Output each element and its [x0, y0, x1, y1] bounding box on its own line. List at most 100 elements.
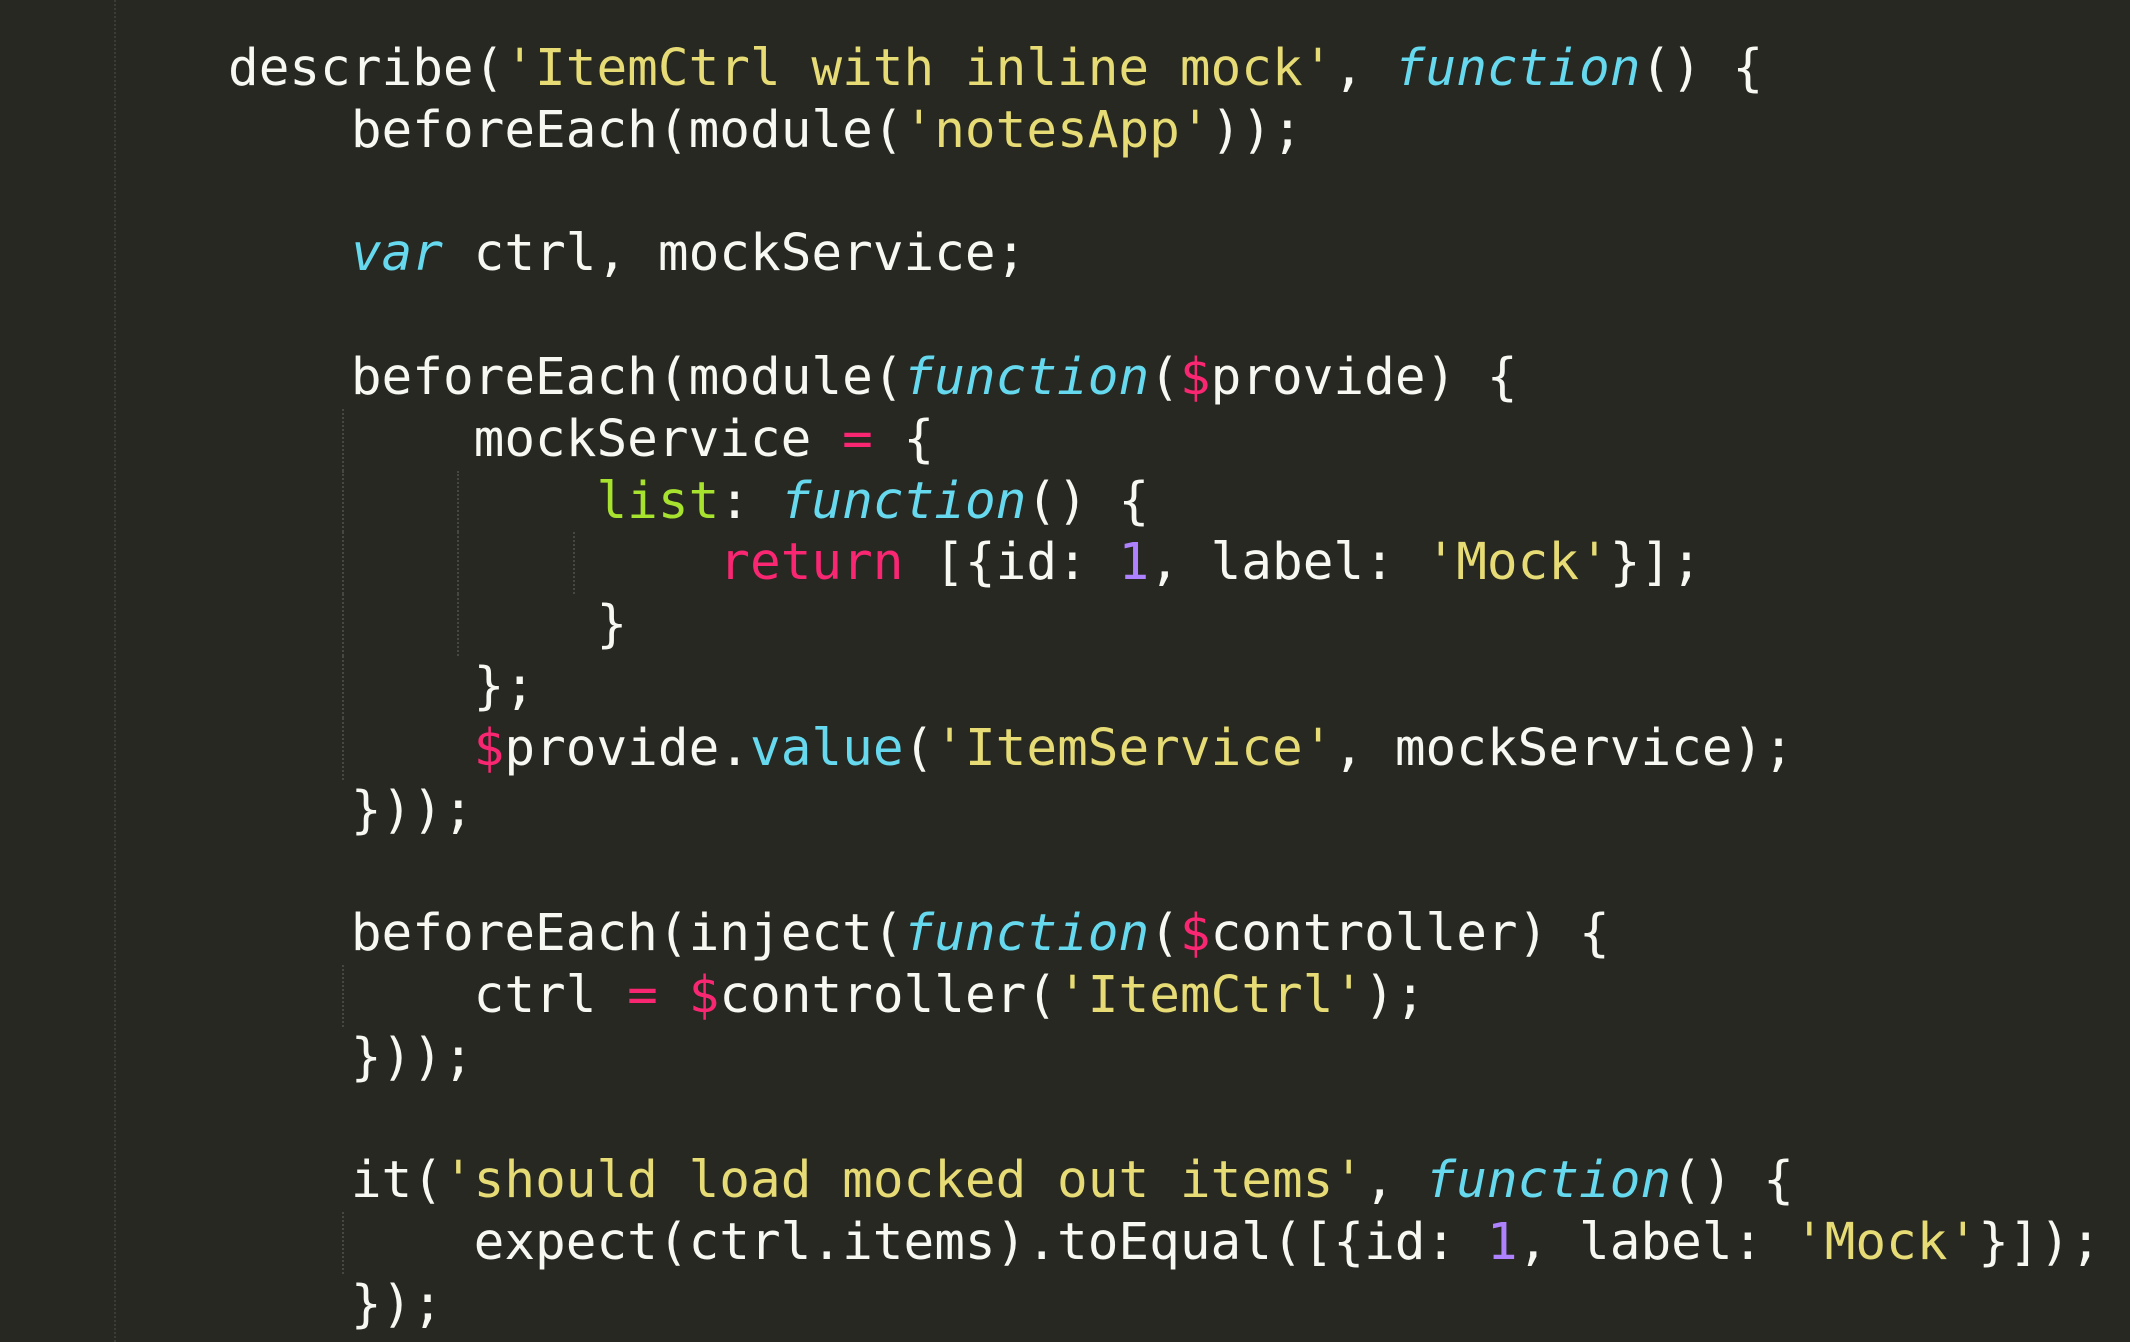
code-token-plain: , label:	[1517, 1213, 1794, 1273]
code-token-str: 'ItemCtrl with inline mock'	[504, 39, 1334, 98]
code-editor[interactable]: describe('ItemCtrl with inline mock', fu…	[0, 0, 2130, 1342]
code-token-plain: ,	[1364, 1151, 1426, 1211]
indentation	[228, 348, 351, 407]
code-line[interactable]: it('should load mocked out items', funct…	[228, 1150, 2101, 1212]
indent-guide	[342, 655, 345, 718]
code-token-plain: }));	[350, 780, 474, 840]
indentation	[228, 781, 351, 840]
code-line[interactable]	[228, 841, 2101, 903]
code-token-str: 'Mock'	[1425, 533, 1610, 593]
code-line[interactable]	[228, 162, 2101, 224]
code-token-kw: $	[1179, 904, 1211, 964]
code-token-plain: (	[1149, 347, 1180, 407]
code-line[interactable]: list: function() {	[228, 470, 2101, 533]
code-line[interactable]: beforeEach(inject(function($controller) …	[228, 903, 2101, 965]
code-token-plain: it(	[350, 1151, 443, 1211]
indent-guide	[342, 532, 345, 595]
indentation	[228, 472, 596, 531]
indentation	[228, 101, 351, 160]
code-token-kw: return	[719, 533, 904, 593]
code-token-plain: beforeEach(inject(	[350, 904, 904, 964]
indentation	[228, 904, 351, 963]
indent-guide	[572, 532, 575, 595]
indent-guide	[342, 1212, 345, 1274]
code-token-str: 'ItemCtrl'	[1057, 965, 1365, 1025]
code-line[interactable]: var ctrl, mockService;	[228, 223, 2101, 285]
code-token-plain: }));	[350, 1027, 474, 1087]
code-line[interactable]: };	[228, 655, 2101, 718]
code-token-fnkw: function	[1425, 1151, 1672, 1211]
indentation	[228, 657, 474, 716]
code-token-plain: mockService	[473, 409, 843, 469]
indentation	[228, 1151, 351, 1210]
indent-guide	[457, 470, 460, 533]
indentation	[228, 1028, 351, 1087]
code-token-plain: controller(	[719, 965, 1058, 1025]
code-token-plain: );	[1364, 965, 1426, 1025]
code-line[interactable]: beforeEach(module(function($provide) {	[228, 347, 2101, 409]
code-token-plain: () {	[1640, 39, 1764, 98]
code-block[interactable]: describe('ItemCtrl with inline mock', fu…	[228, 38, 2101, 1336]
code-token-kw: $	[473, 718, 505, 778]
code-line[interactable]: ctrl = $controller('ItemCtrl');	[228, 964, 2101, 1027]
code-token-plain: {	[872, 409, 935, 469]
indent-guide	[457, 594, 460, 656]
code-token-plain: controller) {	[1210, 904, 1610, 964]
code-token-plain: }	[596, 595, 628, 655]
code-line[interactable]: }	[228, 594, 2101, 656]
code-token-plain: describe(	[228, 39, 505, 98]
indentation	[228, 410, 474, 469]
code-token-fnkw: function	[1394, 39, 1641, 98]
indent-guide	[342, 964, 345, 1027]
code-token-prop: list	[596, 471, 720, 531]
indent-guide	[457, 532, 460, 595]
code-token-kw: $	[1179, 347, 1211, 407]
code-token-plain: [{id:	[903, 533, 1119, 593]
indentation	[228, 1213, 474, 1272]
code-token-num: 1	[1486, 1213, 1518, 1273]
code-token-plain: (	[903, 718, 935, 778]
code-token-plain: provide.	[504, 718, 750, 778]
code-token-plain: (	[1149, 904, 1180, 964]
code-line[interactable]: expect(ctrl.items).toEqual([{id: 1, labe…	[228, 1212, 2101, 1274]
code-token-plain: ));	[1210, 100, 1303, 160]
code-token-plain: }]);	[1978, 1213, 2102, 1273]
code-token-plain: beforeEach(module(	[350, 100, 904, 160]
code-line[interactable]: }));	[228, 1027, 2101, 1089]
code-line[interactable]: });	[228, 1274, 2101, 1336]
code-line[interactable]: return [{id: 1, label: 'Mock'}];	[228, 532, 2101, 595]
indentation	[228, 595, 596, 654]
code-token-plain: , mockService);	[1333, 718, 1794, 778]
code-token-kw: =	[627, 965, 658, 1025]
code-line[interactable]: }));	[228, 780, 2101, 842]
indent-guide	[342, 717, 345, 780]
code-token-fnkw: function	[903, 347, 1150, 407]
code-token-plain: });	[350, 1274, 443, 1334]
code-line[interactable]: $provide.value('ItemService', mockServic…	[228, 717, 2101, 780]
code-token-plain: beforeEach(module(	[350, 347, 904, 407]
indentation	[228, 1275, 351, 1334]
code-token-plain: :	[719, 471, 781, 531]
indentation	[228, 966, 474, 1025]
indent-guide	[342, 470, 345, 533]
indentation	[228, 533, 719, 592]
code-line[interactable]: beforeEach(module('notesApp'));	[228, 100, 2101, 162]
code-line[interactable]: describe('ItemCtrl with inline mock', fu…	[228, 38, 2101, 100]
code-token-plain: () {	[1671, 1151, 1794, 1211]
code-token-fnkw: var	[350, 224, 443, 284]
code-line[interactable]	[228, 285, 2101, 347]
code-token-plain: }];	[1609, 533, 1702, 593]
code-token-fnkw: function	[780, 471, 1027, 531]
indentation	[228, 224, 351, 283]
indent-guide	[342, 594, 345, 656]
code-token-kw: $	[688, 965, 720, 1025]
code-line[interactable]: mockService = {	[228, 408, 2101, 471]
code-token-method: value	[750, 718, 904, 778]
code-token-plain: expect(ctrl.items).toEqual([{id:	[473, 1213, 1487, 1273]
indent-guide-outer	[114, 0, 116, 1342]
code-line[interactable]	[228, 1089, 2101, 1151]
code-token-plain: , label:	[1149, 533, 1426, 593]
code-token-fnkw: function	[903, 904, 1150, 964]
code-token-str: 'should load mocked out items'	[442, 1151, 1365, 1211]
code-token-str: 'notesApp'	[903, 100, 1211, 160]
